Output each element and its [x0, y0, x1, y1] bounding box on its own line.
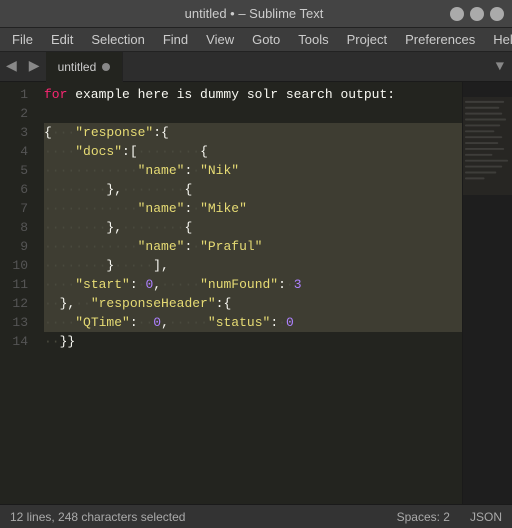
code-line-8: ········},········{ [44, 218, 462, 237]
code-line-4: ····"docs":[········{ [44, 142, 462, 161]
status-selection-info: 12 lines, 248 characters selected [10, 510, 185, 524]
menu-selection[interactable]: Selection [83, 30, 152, 49]
code-line-13: ····"QTime":··0,·····"status":·0 [44, 313, 462, 332]
tab-bar: ◀ ▶ untitled ▼ [0, 52, 512, 82]
line-num-11: 11 [0, 275, 28, 294]
code-line-3: {···"response":{ [44, 123, 462, 142]
minimize-button[interactable]: – [450, 7, 464, 21]
status-bar: 12 lines, 248 characters selected Spaces… [0, 504, 512, 528]
menu-project[interactable]: Project [339, 30, 395, 49]
code-line-6: ········},········{ [44, 180, 462, 199]
menu-tools[interactable]: Tools [290, 30, 336, 49]
code-line-10: ········}·····], [44, 256, 462, 275]
tab-dropdown-icon[interactable]: ▼ [488, 59, 512, 75]
line-num-6: 6 [0, 180, 28, 199]
window-title: untitled • – Sublime Text [58, 6, 450, 21]
line-num-14: 14 [0, 332, 28, 351]
code-line-1: for example here is dummy solr search ou… [44, 85, 462, 104]
tab-untitled[interactable]: untitled [46, 52, 124, 82]
code-line-7: ············"name":·"Mike" [44, 199, 462, 218]
minimap [462, 82, 512, 504]
code-line-11: ····"start":·0,·····"numFound":·3 [44, 275, 462, 294]
line-num-13: 13 [0, 313, 28, 332]
line-num-9: 9 [0, 237, 28, 256]
line-num-3: 3 [0, 123, 28, 142]
line-num-8: 8 [0, 218, 28, 237]
line-num-5: 5 [0, 161, 28, 180]
minimap-svg [463, 82, 512, 504]
close-button[interactable]: × [490, 7, 504, 21]
menu-view[interactable]: View [198, 30, 242, 49]
tab-modified-dot [102, 63, 110, 71]
code-line-14: ··}} [44, 332, 462, 351]
tab-label: untitled [58, 60, 97, 74]
menu-find[interactable]: Find [155, 30, 196, 49]
status-spaces[interactable]: Spaces: 2 [397, 510, 450, 524]
line-num-10: 10 [0, 256, 28, 275]
line-num-4: 4 [0, 142, 28, 161]
editor[interactable]: 1 2 3 4 5 6 7 8 9 10 11 12 13 14 for exa… [0, 82, 512, 504]
code-line-12: ··},··"responseHeader":{ [44, 294, 462, 313]
tab-nav-right[interactable]: ▶ [23, 52, 46, 82]
tab-nav-left[interactable]: ◀ [0, 52, 23, 82]
menu-edit[interactable]: Edit [43, 30, 81, 49]
status-right: Spaces: 2 JSON [397, 510, 502, 524]
line-num-7: 7 [0, 199, 28, 218]
code-line-9: ············"name":·"Praful" [44, 237, 462, 256]
code-line-5: ············"name":·"Nik" [44, 161, 462, 180]
title-bar: untitled • – Sublime Text – □ × [0, 0, 512, 28]
line-numbers: 1 2 3 4 5 6 7 8 9 10 11 12 13 14 [0, 82, 36, 504]
menu-help[interactable]: Help [485, 30, 512, 49]
menu-file[interactable]: File [4, 30, 41, 49]
menu-bar: File Edit Selection Find View Goto Tools… [0, 28, 512, 52]
menu-goto[interactable]: Goto [244, 30, 288, 49]
code-line-2 [44, 104, 462, 123]
line-num-12: 12 [0, 294, 28, 313]
maximize-button[interactable]: □ [470, 7, 484, 21]
line-num-2: 2 [0, 104, 28, 123]
line-num-1: 1 [0, 85, 28, 104]
menu-preferences[interactable]: Preferences [397, 30, 483, 49]
code-editor[interactable]: for example here is dummy solr search ou… [36, 82, 462, 504]
status-syntax[interactable]: JSON [470, 510, 502, 524]
window-controls: – □ × [450, 7, 504, 21]
